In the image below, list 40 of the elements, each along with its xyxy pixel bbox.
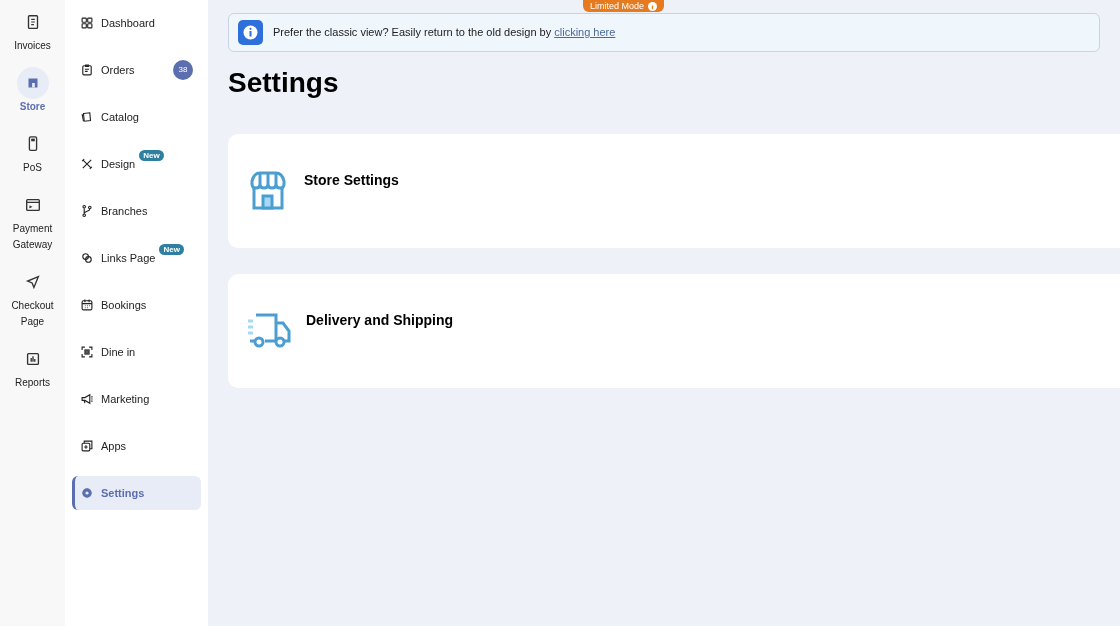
info-icon [648, 1, 658, 11]
cards-icon [80, 110, 94, 124]
rail-item[interactable]: PoS [2, 128, 63, 176]
qr-scan-icon [80, 345, 94, 359]
sidebar-item[interactable]: Settings [72, 476, 201, 510]
card-title: Delivery and Shipping [306, 311, 454, 330]
rail-item[interactable]: Payment Gateway [2, 189, 63, 253]
sidebar-item[interactable]: Orders 38 [72, 53, 201, 87]
sidebar-item[interactable]: Marketing [72, 382, 201, 416]
sidebar-item[interactable]: Design New [72, 147, 201, 181]
clipboard-icon [80, 63, 94, 77]
link-circles-icon [80, 251, 94, 265]
sidebar-item[interactable]: Catalog [72, 100, 201, 134]
grid-icon [80, 16, 94, 30]
settings-card[interactable]: Delivery and Shipping [228, 274, 1120, 388]
sidebar-item[interactable]: Dashboard [72, 6, 201, 40]
rail-item[interactable]: Checkout Page [2, 266, 63, 330]
new-badge: New [159, 244, 184, 255]
settings-card[interactable]: Store Settings [228, 134, 1120, 248]
banner-text: Prefer the classic view? Easily return to the old design by clicking here [273, 25, 616, 41]
sidebar-item[interactable]: Branches [72, 194, 201, 228]
count-badge: 38 [173, 60, 193, 80]
sidebar-item[interactable]: Dine in [72, 335, 201, 369]
sidebar-item[interactable]: Apps [72, 429, 201, 463]
sidebar-item[interactable]: Links Page New [72, 241, 201, 275]
mode-badge: Limited Mode [583, 0, 665, 12]
rail-item[interactable]: Store [2, 67, 63, 115]
classic-view-link[interactable]: clicking here [554, 26, 616, 39]
page-title: Settings [228, 66, 340, 100]
megaphone-icon [80, 392, 94, 406]
rail-item[interactable]: Reports [2, 343, 63, 391]
terminal-window-icon [23, 196, 42, 214]
sidebar-item[interactable]: Bookings [72, 288, 201, 322]
add-app-icon [80, 439, 94, 453]
card-title: Store Settings [304, 171, 399, 190]
info-icon [238, 20, 263, 45]
new-badge: New [139, 150, 164, 161]
branch-icon [80, 204, 94, 218]
rail-item[interactable]: Invoices [2, 6, 63, 54]
calendar-icon [80, 298, 94, 312]
